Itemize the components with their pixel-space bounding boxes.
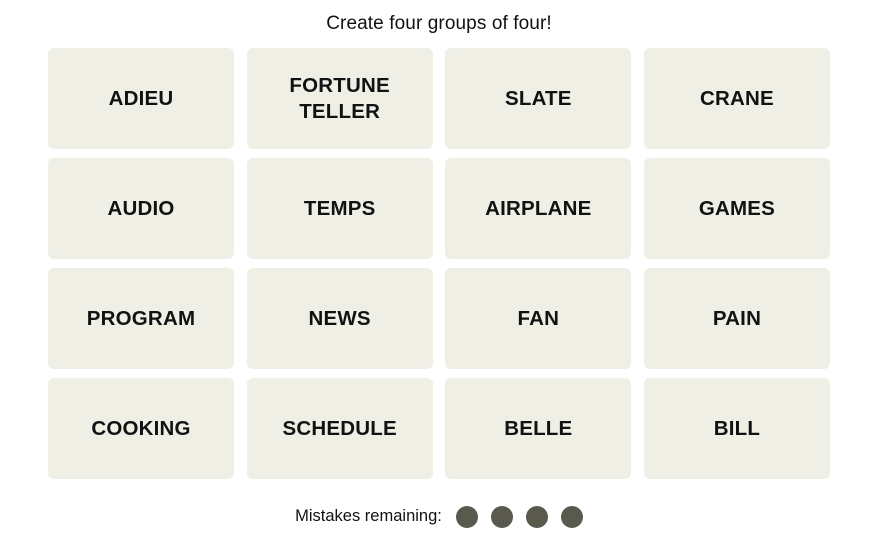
mistake-dot-icon [560,505,583,528]
word-tile[interactable]: FORTUNE TELLER [246,48,433,149]
mistakes-remaining-label: Mistakes remaining: [295,507,442,525]
word-tile-label: AIRPLANE [485,196,592,220]
page-title: Create four groups of four! [326,13,552,34]
word-tile[interactable]: PROGRAM [48,268,234,369]
puzzle-grid: ADIEU FORTUNE TELLER SLATE CRANE AUDIO T… [48,48,830,479]
word-tile[interactable]: CRANE [643,48,830,149]
mistake-dot-icon [455,505,478,528]
word-tile-label: BILL [713,416,761,440]
word-tile-label: AUDIO [107,196,175,220]
word-tile-label: COOKING [91,416,191,440]
word-tile[interactable]: TEMPS [246,158,433,259]
word-tile-label: SLATE [504,86,572,110]
word-tile[interactable]: SCHEDULE [246,378,433,479]
word-tile-label: PROGRAM [86,306,196,330]
word-tile[interactable]: COOKING [48,378,234,479]
word-tile-label: TEMPS [303,196,376,220]
word-tile[interactable]: BELLE [445,378,632,479]
word-tile[interactable]: FAN [445,268,632,369]
word-tile-label: PAIN [712,306,762,330]
mistake-dot-icon [490,505,513,528]
word-tile-label: FAN [517,306,560,330]
title-bar: Create four groups of four! [0,0,878,48]
word-tile[interactable]: AUDIO [48,158,234,259]
mistakes-bar: Mistakes remaining: [0,479,878,560]
word-tile-label: SCHEDULE [282,416,397,440]
word-tile[interactable]: NEWS [246,268,433,369]
word-tile[interactable]: BILL [643,378,830,479]
word-tile-label: FORTUNE TELLER [289,73,390,123]
word-tile[interactable]: SLATE [445,48,632,149]
word-tile[interactable]: AIRPLANE [445,158,632,259]
word-tile[interactable]: GAMES [643,158,830,259]
word-tile-label: BELLE [504,416,573,440]
word-tile-label: CRANE [700,86,774,110]
word-tile[interactable]: ADIEU [48,48,234,149]
word-tile[interactable]: PAIN [643,268,830,369]
connections-game: Create four groups of four! ADIEU FORTUN… [0,0,878,560]
word-tile-label: GAMES [698,196,776,220]
word-tile-label: NEWS [308,306,371,330]
mistake-dot-icon [525,505,548,528]
word-tile-label: ADIEU [108,86,174,110]
mistakes-dots [455,505,583,528]
